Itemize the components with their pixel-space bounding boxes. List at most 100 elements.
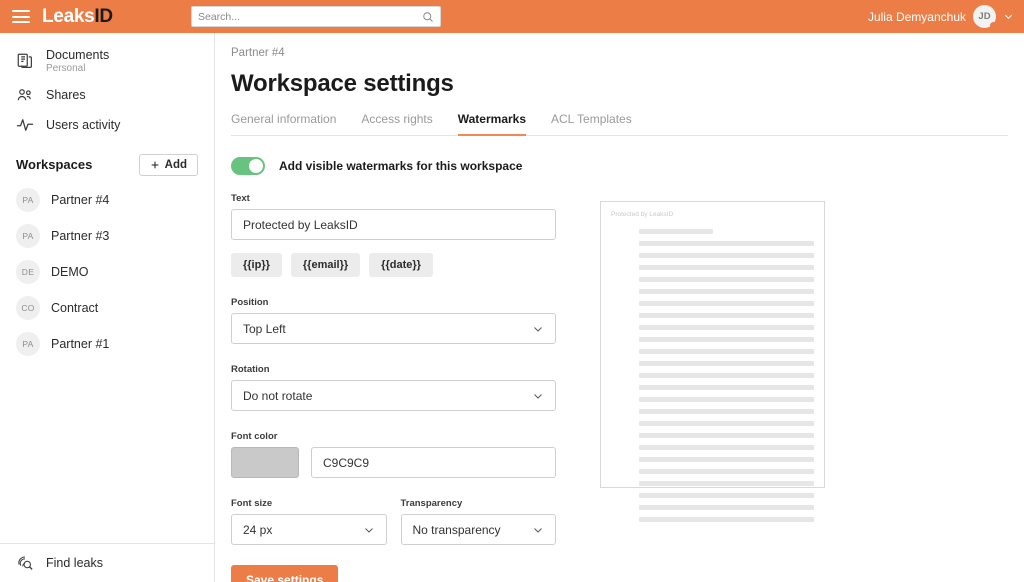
workspace-avatar: DE bbox=[16, 259, 40, 284]
watermark-text-input-wrap[interactable] bbox=[231, 209, 556, 240]
workspace-avatar: CO bbox=[16, 295, 40, 320]
font-size-select[interactable]: 24 px bbox=[231, 514, 387, 545]
shares-icon bbox=[17, 89, 31, 101]
workspace-item-partner-4[interactable]: PA Partner #4 bbox=[0, 182, 214, 218]
rotation-label: Rotation bbox=[231, 364, 270, 375]
brand-logo-id: ID bbox=[94, 6, 113, 27]
size-transparency-row: Font size 24 px Transparency No transpar… bbox=[231, 498, 556, 545]
position-value: Top Left bbox=[243, 321, 286, 336]
chevron-down-icon bbox=[534, 393, 542, 399]
save-settings-button[interactable]: Save settings bbox=[231, 565, 339, 582]
breadcrumb[interactable]: Partner #4 bbox=[231, 47, 1008, 59]
position-field: Position Top Left bbox=[231, 297, 556, 344]
user-menu[interactable]: Julia Demyanchuk JD bbox=[868, 0, 1014, 33]
chip-ip[interactable]: {{ip}} bbox=[231, 253, 282, 277]
sidebar-scroll: Documents Personal Shares Users activity… bbox=[0, 33, 214, 543]
chevron-down-icon bbox=[534, 326, 542, 332]
watermark-text-input[interactable] bbox=[243, 217, 544, 232]
chip-date[interactable]: {{date}} bbox=[369, 253, 433, 277]
watermark-preview: Protected by LeaksID bbox=[600, 201, 825, 522]
top-bar: LeaksID Julia Demyanchuk JD bbox=[0, 0, 1024, 33]
font-color-label: Font color bbox=[231, 431, 278, 442]
sidebar-item-shares[interactable]: Shares bbox=[0, 80, 214, 110]
search-input[interactable] bbox=[198, 10, 422, 23]
tab-general-information[interactable]: General information bbox=[231, 112, 336, 136]
rotation-field: Rotation Do not rotate bbox=[231, 364, 556, 411]
workspaces-header: Workspaces Add bbox=[0, 140, 214, 182]
preview-column: Protected by LeaksID bbox=[556, 193, 1008, 582]
workspace-avatar: PA bbox=[16, 187, 40, 212]
find-leaks-label: Find leaks bbox=[46, 556, 103, 570]
tab-watermarks[interactable]: Watermarks bbox=[457, 112, 527, 136]
font-color-input-wrap[interactable] bbox=[311, 447, 556, 478]
watermark-toggle-label: Add visible watermarks for this workspac… bbox=[279, 159, 523, 173]
tab-bar: General information Access rights Waterm… bbox=[231, 112, 1008, 136]
brand-logo[interactable]: LeaksID bbox=[42, 7, 113, 26]
workspace-item-demo[interactable]: DE DEMO bbox=[0, 254, 214, 290]
preview-watermark-text: Protected by LeaksID bbox=[611, 211, 674, 218]
workspace-avatar: PA bbox=[16, 331, 40, 356]
workspace-name: Partner #1 bbox=[51, 336, 110, 351]
font-color-input[interactable] bbox=[323, 455, 544, 470]
font-size-label: Font size bbox=[231, 498, 273, 509]
sidebar-item-label: Shares bbox=[46, 87, 86, 102]
app-root: LeaksID Julia Demyanchuk JD bbox=[0, 0, 1024, 582]
find-leaks-icon bbox=[18, 556, 33, 570]
activity-icon bbox=[16, 118, 34, 131]
workspace-name: Partner #4 bbox=[51, 192, 110, 207]
rotation-value: Do not rotate bbox=[243, 388, 313, 403]
watermark-form: Text {{ip}} {{email}} {{date}} Position … bbox=[231, 193, 556, 582]
brand-logo-leaks: Leaks bbox=[42, 6, 95, 27]
position-label: Position bbox=[231, 297, 269, 308]
font-size-field: Font size 24 px bbox=[231, 498, 387, 545]
search-icon bbox=[423, 11, 433, 22]
status-dot bbox=[990, 22, 997, 29]
hamburger-menu-icon[interactable] bbox=[12, 10, 30, 23]
add-workspace-label: Add bbox=[164, 158, 187, 171]
preview-document-lines bbox=[611, 229, 814, 522]
workspace-item-contract[interactable]: CO Contract bbox=[0, 290, 214, 326]
font-color-swatch[interactable] bbox=[231, 447, 299, 478]
workspaces-title: Workspaces bbox=[16, 157, 93, 173]
transparency-value: No transparency bbox=[412, 522, 501, 537]
sidebar-item-users-activity[interactable]: Users activity bbox=[0, 110, 214, 140]
tab-acl-templates[interactable]: ACL Templates bbox=[551, 112, 632, 136]
chevron-down-icon[interactable] bbox=[1003, 11, 1014, 22]
workspace-item-partner-1[interactable]: PA Partner #1 bbox=[0, 326, 214, 362]
font-color-row bbox=[231, 447, 556, 478]
transparency-label: Transparency bbox=[400, 498, 463, 509]
template-chips: {{ip}} {{email}} {{date}} bbox=[231, 253, 556, 277]
chip-email[interactable]: {{email}} bbox=[290, 253, 361, 277]
search-box[interactable] bbox=[191, 6, 441, 27]
watermark-toggle[interactable] bbox=[231, 157, 265, 175]
rotation-select[interactable]: Do not rotate bbox=[231, 380, 556, 411]
sidebar-item-shares-text: Shares bbox=[46, 88, 86, 102]
workspace-name: Contract bbox=[51, 300, 99, 315]
workspace-item-partner-3[interactable]: PA Partner #3 bbox=[0, 218, 214, 254]
sidebar-item-sublabel: Personal bbox=[46, 63, 86, 75]
sidebar-item-label: Documents bbox=[46, 48, 110, 62]
documents-icon bbox=[17, 54, 32, 69]
settings-columns: Text {{ip}} {{email}} {{date}} Position … bbox=[231, 193, 1008, 582]
workspace-avatar: PA bbox=[16, 223, 40, 248]
main-content: Partner #4 Workspace settings General in… bbox=[215, 33, 1024, 582]
sidebar: Documents Personal Shares Users activity… bbox=[0, 33, 215, 582]
sidebar-item-documents[interactable]: Documents Personal bbox=[0, 43, 214, 80]
user-name: Julia Demyanchuk bbox=[867, 9, 966, 24]
font-color-field: Font color bbox=[231, 431, 556, 478]
watermark-toggle-row: Add visible watermarks for this workspac… bbox=[231, 157, 1008, 175]
page-title: Workspace settings bbox=[231, 70, 454, 97]
chevron-down-icon bbox=[534, 527, 542, 533]
position-select[interactable]: Top Left bbox=[231, 313, 556, 344]
tab-access-rights[interactable]: Access rights bbox=[361, 112, 432, 136]
transparency-select[interactable]: No transparency bbox=[400, 514, 556, 545]
sidebar-item-find-leaks[interactable]: Find leaks bbox=[0, 543, 214, 582]
avatar-initials: JD bbox=[978, 11, 991, 22]
transparency-field: Transparency No transparency bbox=[400, 498, 556, 545]
avatar[interactable]: JD bbox=[973, 5, 997, 29]
chevron-down-icon bbox=[364, 527, 373, 533]
add-workspace-button[interactable]: Add bbox=[138, 153, 198, 176]
workspace-name: Partner #3 bbox=[51, 228, 110, 243]
app-body: Documents Personal Shares Users activity… bbox=[0, 33, 1024, 582]
sidebar-item-documents-text: Documents Personal bbox=[46, 48, 109, 75]
